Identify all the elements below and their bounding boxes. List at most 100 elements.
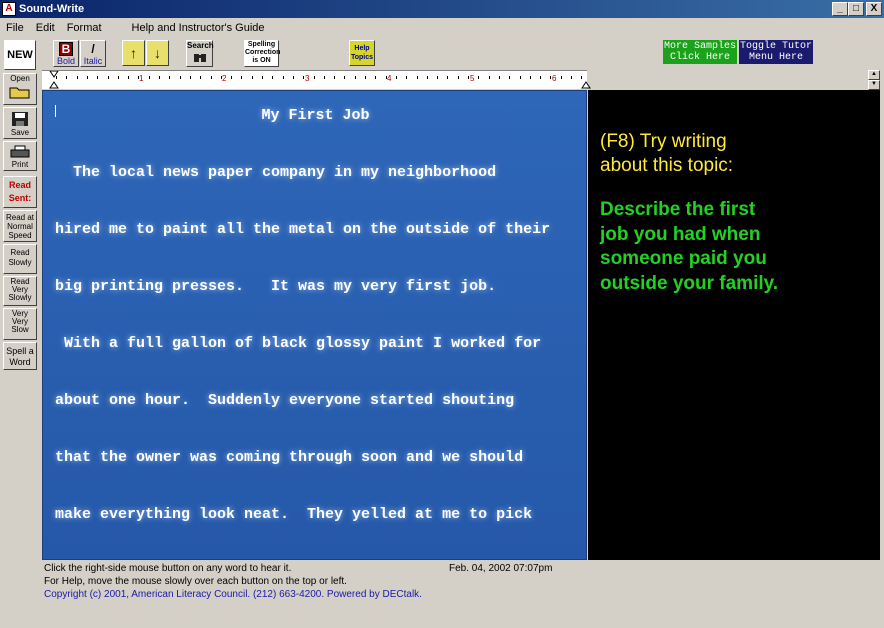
- help-topics-label-1: Help: [354, 45, 370, 52]
- document-title[interactable]: My First Job: [43, 107, 586, 124]
- read-sentence-label-2: Sent:: [8, 193, 32, 203]
- ruler-tick: [313, 76, 315, 79]
- more-samples-button[interactable]: More Samples Click Here: [663, 40, 737, 64]
- ruler-tick: [385, 76, 387, 79]
- ruler-tick: [189, 76, 191, 79]
- ruler-tick: [334, 76, 336, 79]
- scroll-down-button[interactable]: ▼: [868, 80, 880, 90]
- ruler-tick: [540, 76, 542, 79]
- veryslow-label-3: Slowly: [8, 293, 32, 302]
- ruler-tick: [282, 76, 284, 79]
- tutor-prompt-line: (F8) Try writing: [600, 131, 727, 152]
- read-slowly-button[interactable]: Read Slowly: [3, 244, 37, 274]
- italic-icon: /: [91, 42, 95, 56]
- ruler-tick: [344, 76, 346, 79]
- read-very-slowly-button[interactable]: Read Very Slowly: [3, 276, 37, 306]
- menu-help[interactable]: Help and Instructor's Guide: [126, 22, 271, 34]
- print-label: Print: [11, 160, 29, 169]
- very-very-slow-button[interactable]: Very Very Slow: [3, 308, 37, 340]
- help-topics-label-2: Topics: [350, 54, 374, 61]
- ruler[interactable]: 1 2 3 4 5 6: [42, 70, 591, 89]
- line-up-button[interactable]: ↑: [122, 40, 145, 66]
- save-button[interactable]: Save: [3, 107, 37, 139]
- search-label: Search: [187, 41, 214, 50]
- save-label: Save: [10, 128, 30, 137]
- document-line[interactable]: big printing presses. It was my very fir…: [55, 278, 496, 295]
- samples-label-1: More Samples: [663, 41, 736, 52]
- menu-file[interactable]: File: [0, 22, 30, 34]
- document-line[interactable]: make everything look neat. They yelled a…: [55, 506, 532, 523]
- ruler-tick: [509, 76, 511, 79]
- menu-edit[interactable]: Edit: [30, 22, 61, 34]
- ruler-tick: [86, 76, 88, 79]
- ruler-tick: [437, 76, 439, 79]
- ruler-tick: [468, 76, 469, 79]
- italic-button[interactable]: / Italic: [80, 40, 106, 67]
- ruler-tick: [354, 76, 356, 79]
- read-normal-speed-button[interactable]: Read at Normal Speed: [3, 210, 37, 242]
- tutor-label-2: Menu Here: [748, 52, 803, 63]
- spell-a-word-button[interactable]: Spell a Word: [3, 342, 37, 370]
- document-line[interactable]: about one hour. Suddenly everyone starte…: [55, 392, 514, 409]
- ruler-tick: [97, 76, 99, 79]
- ruler-number: 5: [470, 74, 475, 83]
- ruler-tick: [272, 76, 274, 79]
- menu-format[interactable]: Format: [61, 22, 108, 34]
- arrow-up-icon: ↑: [130, 45, 137, 61]
- open-button[interactable]: Open: [3, 73, 37, 105]
- ruler-tick: [76, 76, 78, 79]
- ruler-tick: [169, 76, 171, 79]
- toggle-tutor-button[interactable]: Toggle Tutor Menu Here: [739, 40, 813, 64]
- ruler-tick: [365, 76, 366, 79]
- bold-label: Bold: [56, 56, 75, 66]
- ruler-number: 1: [139, 74, 144, 83]
- minimize-button[interactable]: _: [832, 2, 848, 16]
- normal-label-2: Normal: [7, 222, 33, 231]
- tutor-topic-line: someone paid you: [600, 248, 767, 269]
- new-document-button[interactable]: NEW: [4, 40, 36, 70]
- help-topics-button[interactable]: Help Topics: [349, 40, 375, 66]
- ruler-number: 2: [222, 74, 227, 83]
- document-line[interactable]: With a full gallon of black glossy paint…: [55, 335, 541, 352]
- spelling-label-1: Spelling: [247, 41, 276, 48]
- read-sentence-label-1: Read: [8, 180, 31, 190]
- ruler-tick: [241, 76, 243, 79]
- maximize-button[interactable]: □: [848, 2, 864, 16]
- left-indent-marker-icon[interactable]: [49, 71, 59, 89]
- document-line[interactable]: that the owner was coming through soon a…: [55, 449, 523, 466]
- scrollbar[interactable]: ▲ ▼: [868, 70, 880, 90]
- ruler-tick: [303, 76, 305, 79]
- spell-label-2: Word: [9, 357, 31, 367]
- scroll-up-button[interactable]: ▲: [868, 70, 880, 80]
- ruler-tick: [117, 76, 119, 79]
- right-indent-marker-icon[interactable]: [581, 71, 591, 89]
- status-help: For Help, move the mouse slowly over eac…: [44, 576, 347, 587]
- print-button[interactable]: Print: [3, 141, 37, 171]
- bold-button[interactable]: B Bold: [53, 40, 79, 67]
- ruler-tick: [529, 76, 531, 79]
- line-down-button[interactable]: ↓: [146, 40, 169, 66]
- ruler-tick: [426, 76, 428, 79]
- arrow-down-icon: ↓: [154, 45, 161, 61]
- ruler-tick: [138, 76, 140, 79]
- tutor-label-1: Toggle Tutor: [739, 41, 812, 52]
- status-hint: Click the right-side mouse button on any…: [44, 563, 292, 574]
- document-line[interactable]: hired me to paint all the metal on the o…: [55, 221, 550, 238]
- search-button[interactable]: Search: [186, 40, 214, 67]
- binoculars-icon: [193, 54, 206, 62]
- ruler-tick: [488, 76, 490, 79]
- printer-icon: [10, 145, 30, 158]
- ruler-tick: [107, 76, 109, 79]
- ruler-tick: [210, 76, 212, 79]
- document-line[interactable]: The local news paper company in my neigh…: [55, 164, 496, 181]
- ruler-tick: [66, 76, 68, 79]
- spelling-correction-toggle[interactable]: Spelling Correction is ON: [244, 40, 281, 67]
- spelling-label-2: Correction: [245, 49, 281, 56]
- document-editor[interactable]: My First Job The local news paper compan…: [42, 90, 587, 560]
- menu-bar: File Edit Format Help and Instructor's G…: [0, 19, 884, 36]
- ruler-tick: [457, 76, 459, 79]
- app-window: A Sound-Write _ □ X File Edit Format Hel…: [0, 0, 884, 628]
- read-sentence-button[interactable]: Read Sent:: [3, 176, 37, 208]
- slow-label-1: Read: [10, 248, 30, 257]
- close-button[interactable]: X: [866, 2, 882, 16]
